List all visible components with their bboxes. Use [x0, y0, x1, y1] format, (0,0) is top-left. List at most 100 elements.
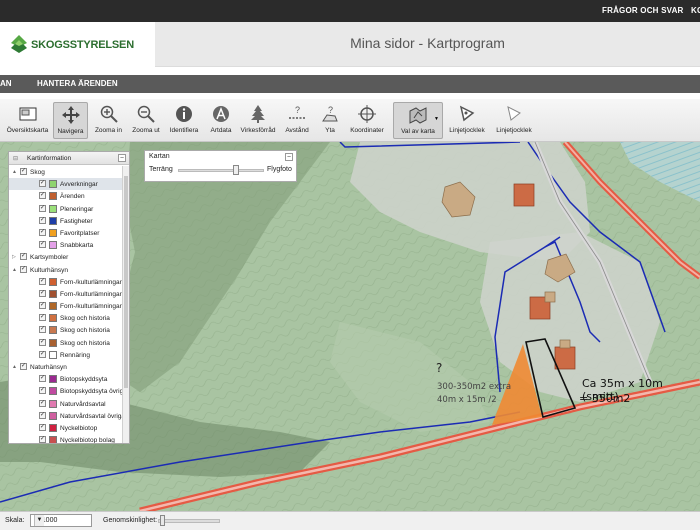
layer-row[interactable]: ✓ Nyckelbiotop — [9, 422, 123, 434]
layer-checkbox[interactable]: ✓ — [39, 399, 46, 407]
layer-row[interactable]: ✓ Skog och historia — [9, 324, 123, 336]
tool-zooma-in[interactable]: Zooma in — [91, 102, 126, 139]
logo-text: SKOGSSTYRELSEN — [31, 39, 134, 51]
panel-minimize-button[interactable]: – — [118, 154, 126, 162]
panel-scrollbar[interactable] — [122, 166, 129, 443]
layer-checkbox[interactable]: ✓ — [39, 436, 46, 443]
layer-label: Skog och historia — [60, 327, 110, 335]
layer-checkbox[interactable]: ✓ — [39, 411, 46, 419]
tool-linjetjocklek-1[interactable]: Linjetjocklek — [446, 102, 488, 139]
layer-row[interactable]: ✓ Forn-/kulturlämningar — [9, 276, 123, 288]
layer-label: Forn-/kulturlämningar — [60, 303, 122, 311]
kartan-minimize-button[interactable]: – — [285, 153, 293, 161]
layer-checkbox[interactable]: ✓ — [39, 180, 46, 188]
layer-checkbox[interactable]: ✓ — [39, 228, 46, 236]
map-type-slider-handle[interactable] — [233, 165, 240, 175]
layer-row[interactable]: ✓ Forn-/kulturlämningar — [9, 288, 123, 300]
tool-linjetjocklek-2[interactable]: Linjetjocklek — [492, 102, 536, 139]
layer-checkbox[interactable]: ✓ — [39, 387, 46, 395]
page-title: Mina sidor - Kartprogram — [350, 35, 505, 51]
tool-identifiera[interactable]: Identifiera — [166, 102, 202, 139]
layer-row[interactable]: ▲ ✓ Kulturhänsyn — [9, 264, 123, 276]
opacity-slider-handle[interactable] — [160, 515, 165, 526]
layer-checkbox[interactable]: ✓ — [39, 277, 46, 285]
layer-label: Nyckelbiotop bolag — [60, 437, 115, 444]
kartan-panel: Kartan – Terräng Flygfoto — [144, 150, 297, 182]
tool-oversiktskarta[interactable]: Översiktskarta — [3, 102, 52, 139]
layer-checkbox[interactable]: ✓ — [20, 253, 27, 261]
layer-checkbox[interactable]: ✓ — [20, 363, 27, 370]
layer-row[interactable]: ▲ ✓ Naturhänsyn — [9, 361, 123, 373]
layer-row[interactable]: ▲ ✓ Skog — [9, 166, 123, 178]
layer-symbol-icon — [49, 228, 57, 237]
layer-checkbox[interactable]: ✓ — [39, 375, 46, 383]
layer-checkbox[interactable]: ✓ — [20, 168, 27, 175]
layer-checkbox[interactable]: ✓ — [39, 338, 46, 346]
annotation-extra-dims: 40m x 15m /2 — [437, 395, 497, 405]
layer-label: Avverkningar — [60, 181, 98, 189]
pan-arrows-icon — [61, 106, 80, 124]
faq-link[interactable]: FRÅGOR OCH SVAR — [602, 6, 684, 15]
layer-row[interactable]: ✓ Pleneringar — [9, 203, 123, 215]
account-link[interactable]: KO — [691, 6, 700, 15]
layer-row[interactable]: ✓ Favoritplatser — [9, 227, 123, 239]
layer-label: Nyckelbiotop — [60, 424, 98, 432]
layer-row[interactable]: ✓ Biotopskyddsyta övriga — [9, 385, 127, 397]
layer-checkbox[interactable]: ✓ — [39, 326, 46, 334]
tool-val-av-karta[interactable]: Val av karta ▼ — [393, 102, 443, 139]
tree-toggle-icon[interactable]: ▲ — [12, 169, 17, 175]
layer-row[interactable]: ✓ Ärenden — [9, 190, 123, 202]
opacity-label: Genomskinlighet: — [103, 517, 158, 524]
layer-row[interactable]: ✓ Snabbkarta — [9, 239, 123, 251]
layer-label: Ärenden — [60, 193, 85, 201]
layer-checkbox[interactable]: ✓ — [39, 216, 46, 224]
layer-checkbox[interactable]: ✓ — [39, 350, 46, 358]
tree-toggle-icon[interactable]: ▲ — [12, 267, 17, 273]
tool-avstand[interactable]: ? Avstånd — [282, 102, 312, 139]
tool-virkesforrad[interactable]: Virkesförråd — [238, 102, 278, 139]
layer-row[interactable]: ▷ ✓ Kartsymboler — [9, 251, 123, 263]
nav-item-an[interactable]: AN — [0, 79, 12, 88]
area-icon: ? — [322, 105, 338, 122]
layer-checkbox[interactable]: ✓ — [39, 423, 46, 431]
layer-symbol-icon — [49, 375, 57, 384]
info-icon — [176, 106, 192, 122]
layer-row[interactable]: ✓ Naturvårdsavtal — [9, 398, 123, 410]
layer-symbol-icon — [49, 436, 57, 443]
layer-label: Favoritplatser — [60, 229, 100, 237]
layer-checkbox[interactable]: ✓ — [39, 204, 46, 212]
layer-row[interactable]: ✓ Fastigheter — [9, 215, 123, 227]
layer-row[interactable]: ✓ Nyckelbiotop bolag — [9, 434, 123, 444]
layer-label: Fastigheter — [60, 217, 93, 225]
tool-zooma-ut[interactable]: Zooma ut — [128, 102, 164, 139]
tree-toggle-icon[interactable]: ▲ — [12, 364, 17, 370]
tool-koordinater[interactable]: Koordinater — [346, 102, 388, 139]
layer-checkbox[interactable]: ✓ — [39, 241, 46, 249]
layer-checkbox[interactable]: ✓ — [39, 314, 46, 322]
layer-row[interactable]: ✓ Naturvårdsavtal övriga — [9, 410, 125, 422]
layer-label: Naturvårdsavtal — [60, 400, 106, 408]
layer-checkbox[interactable]: ✓ — [39, 302, 46, 310]
opacity-slider[interactable] — [158, 519, 220, 523]
distance-icon: ? — [289, 105, 305, 119]
tree-toggle-icon[interactable]: ▷ — [12, 254, 16, 260]
layer-row[interactable]: ✓ Biotopskyddsyta — [9, 373, 123, 385]
layer-checkbox[interactable]: ✓ — [39, 289, 46, 297]
tool-navigera[interactable]: Navigera — [53, 102, 88, 139]
layer-row[interactable]: ✓ Forn-/kulturlämningar — [9, 300, 123, 312]
layer-row[interactable]: ✓ Avverkningar — [9, 178, 123, 191]
layer-row[interactable]: ✓ Rennäring — [9, 349, 123, 361]
layer-row[interactable]: ✓ Skog och historia — [9, 337, 123, 349]
collapse-arrow-icon[interactable]: ⊟ — [13, 155, 18, 162]
layer-checkbox[interactable]: ✓ — [20, 265, 27, 273]
scale-label: Skala: — [5, 517, 25, 524]
tool-yta[interactable]: ? Yta — [316, 102, 344, 139]
layer-row[interactable]: ✓ Skog och historia — [9, 312, 123, 324]
layer-checkbox[interactable]: ✓ — [39, 192, 46, 200]
zoom-in-icon — [100, 105, 118, 123]
scale-select[interactable]: 1: 1000 ▼ — [30, 514, 92, 527]
map-type-slider[interactable] — [178, 169, 264, 172]
nav-item-hantera-arenden[interactable]: HANTERA ÄRENDEN — [37, 79, 118, 88]
tool-artdata[interactable]: Artdata — [206, 102, 236, 139]
annotation-extra-area: 300-350m2 extra — [437, 382, 512, 392]
